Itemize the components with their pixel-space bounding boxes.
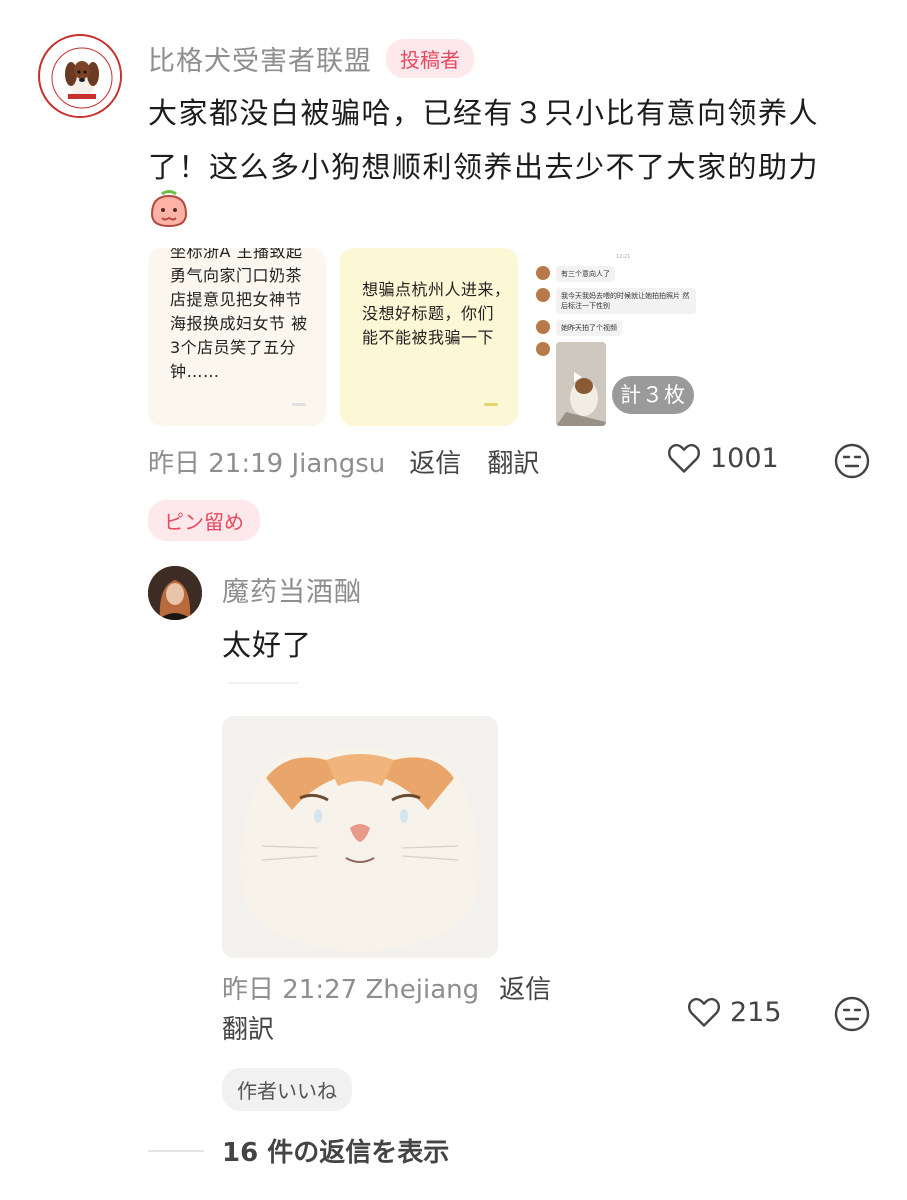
like-count: 1001 (710, 442, 779, 474)
chat-bubble: 我今天我妈去喂的时候就让她拍拍照片 然后标注一下性别 (556, 288, 696, 314)
chat-bubble: 有三个意向人了 (556, 266, 615, 282)
reply-meta: 昨日 21:27 Zhejiang 返信 翻訳 (222, 970, 652, 1050)
translate-button[interactable]: 翻訳 (487, 443, 539, 480)
face-emoji-icon[interactable] (834, 443, 870, 479)
chat-video-thumbnail (556, 342, 606, 426)
chat-avatar (536, 342, 550, 356)
reply-button[interactable]: 返信 (409, 443, 461, 480)
face-emoji-icon[interactable] (834, 996, 870, 1032)
chat-time: 12:21 (616, 254, 631, 260)
reply-reply-button[interactable]: 返信 (499, 975, 551, 1005)
chat-bubble: 她昨天拍了个视频 (556, 320, 622, 336)
image-thumbnail-2[interactable]: 想骗点杭州人进来， 没想好标题，你们 能不能被我骗一下 (340, 248, 518, 426)
chat-message: 我今天我妈去喂的时候就让她拍拍照片 然后标注一下性别 (536, 288, 696, 314)
reply-avatar[interactable] (148, 566, 202, 620)
reply-like-button[interactable]: 215 (686, 994, 782, 1030)
chat-message: 她昨天拍了个视频 (536, 320, 622, 336)
thread-line (148, 1150, 204, 1152)
author-row: 比格犬受害者联盟 投稿者 (148, 36, 474, 80)
image-count-badge[interactable]: 計３枚 (612, 376, 694, 414)
image-mark (292, 403, 306, 406)
reply-like-count: 215 (730, 996, 782, 1028)
image-thumbnail-1[interactable]: 坐标浙A 主播致起 勇气向家门口奶茶 店提意见把女神节 海报换成妇女节 被 3个… (148, 248, 326, 426)
like-button[interactable]: 1001 (666, 440, 779, 476)
comment-time: 昨日 21:19 Jiangsu (148, 448, 386, 479)
image-text-2: 想骗点杭州人进来， 没想好标题，你们 能不能被我骗一下 (362, 280, 511, 347)
reply-text: 太好了 (222, 628, 313, 662)
author-liked-badge: 作者いいね (222, 1068, 352, 1111)
chat-message (536, 342, 550, 356)
author-name[interactable]: 比格犬受害者联盟 (148, 39, 372, 78)
reply-author-name[interactable]: 魔药当酒酗 (222, 570, 362, 609)
reply-time: 昨日 21:27 Zhejiang (222, 975, 480, 1005)
comment-meta: 昨日 21:19 Jiangsu 返信 翻訳 (148, 440, 565, 482)
author-avatar[interactable] (38, 34, 122, 118)
chat-message: 有三个意向人了 (536, 266, 615, 282)
reply-sticker-image[interactable] (222, 716, 498, 958)
pinned-badge: ピン留め (148, 500, 260, 541)
show-replies-button[interactable]: 16 件の返信を表示 (222, 1132, 449, 1169)
chat-avatar (536, 320, 550, 334)
divider (228, 682, 298, 684)
comment-thread: 比格犬受害者联盟 投稿者 大家都没白被骗哈，已经有３只小比有意向领养人了！这么多… (0, 0, 907, 1200)
pig-emoji-icon (150, 190, 188, 228)
image-mark (484, 403, 498, 406)
heart-icon (687, 997, 721, 1027)
chat-avatar (536, 288, 550, 302)
image-text-1: 坐标浙A 主播致起 勇气向家门口奶茶 店提意见把女神节 海报换成妇女节 被 3个… (170, 248, 308, 381)
reply-translate-button[interactable]: 翻訳 (222, 1015, 274, 1045)
author-badge: 投稿者 (386, 38, 474, 78)
heart-icon (667, 443, 701, 473)
chat-avatar (536, 266, 550, 280)
comment-text: 大家都没白被骗哈，已经有３只小比有意向领养人了！这么多小狗想顺利领养出去少不了大… (148, 96, 820, 184)
